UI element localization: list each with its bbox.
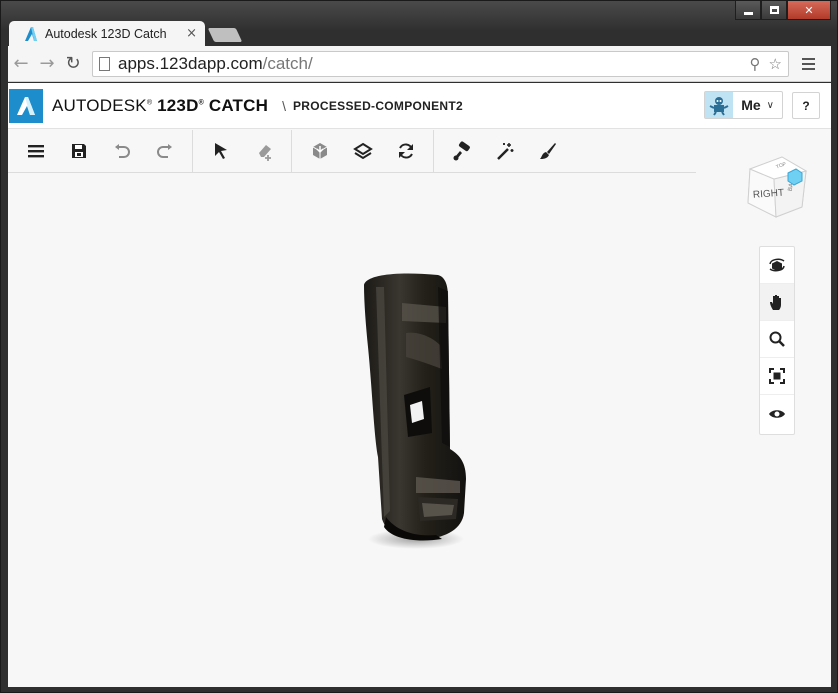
address-bar[interactable]: apps.123dapp.com/catch/ ⚲ ☆	[92, 50, 789, 77]
minimize-button[interactable]	[735, 1, 761, 20]
browser-window: ✕ Autodesk 123D Catch × ← → ↻ apps.123da…	[0, 0, 838, 693]
user-label: Me	[741, 97, 761, 113]
tab-title: Autodesk 123D Catch	[45, 26, 167, 41]
page-icon	[99, 56, 110, 71]
user-menu-button[interactable]: Me ∨	[704, 91, 783, 119]
app-container: AUTODESK® 123D® CATCH \ PROCESSED-COMPON…	[8, 83, 831, 687]
robot-avatar-icon	[709, 97, 729, 116]
undo-icon[interactable]	[100, 134, 143, 168]
tab-close-icon[interactable]: ×	[186, 26, 197, 41]
bookmark-star-icon[interactable]: ☆	[769, 55, 782, 73]
save-icon[interactable]	[57, 134, 100, 168]
reload-button[interactable]: ↻	[60, 51, 86, 77]
avatar	[705, 92, 734, 118]
refresh-icon[interactable]	[384, 134, 427, 168]
solid-icon[interactable]	[298, 134, 341, 168]
window-controls: ✕	[735, 1, 831, 21]
new-tab-button[interactable]	[207, 28, 243, 42]
main-toolbar	[8, 129, 696, 173]
tab-strip: Autodesk 123D Catch ×	[9, 21, 243, 46]
brand-product: 123D	[157, 95, 199, 115]
app-brand: AUTODESK® 123D® CATCH	[52, 95, 269, 115]
browser-toolbar: ← → ↻ apps.123dapp.com/catch/ ⚲ ☆	[8, 46, 831, 82]
navigation-bar	[759, 246, 795, 435]
close-window-button[interactable]: ✕	[787, 1, 831, 20]
chevron-down-icon: ∨	[766, 99, 774, 111]
search-icon[interactable]: ⚲	[750, 55, 761, 73]
view-cube[interactable]: RIGHT BACK TOP	[744, 151, 808, 221]
url-domain: apps.123dapp.com	[118, 53, 263, 73]
toolbar-group-paint	[434, 130, 575, 173]
magic-wand-icon[interactable]	[483, 134, 526, 168]
orbit-icon[interactable]	[760, 247, 794, 284]
app-header: AUTODESK® 123D® CATCH \ PROCESSED-COMPON…	[8, 83, 831, 129]
help-button[interactable]: ?	[792, 92, 820, 119]
fit-view-icon[interactable]	[760, 358, 794, 395]
zoom-icon[interactable]	[760, 321, 794, 358]
maximize-button[interactable]	[761, 1, 787, 20]
browser-tab[interactable]: Autodesk 123D Catch ×	[9, 21, 205, 46]
menu-icon[interactable]	[14, 134, 57, 168]
redo-icon[interactable]	[143, 134, 186, 168]
breadcrumb-separator: \	[282, 97, 286, 114]
browser-menu-icon[interactable]	[797, 57, 819, 70]
viewcube-highlight[interactable]	[787, 168, 803, 186]
brand-suffix: CATCH	[208, 95, 269, 115]
toolbar-group-file	[8, 129, 193, 173]
url-path: /catch/	[262, 53, 313, 73]
document-name[interactable]: PROCESSED-COMPONENT2	[293, 99, 463, 113]
toolbar-group-model	[292, 129, 434, 173]
autodesk-favicon-icon	[25, 26, 37, 41]
layers-icon[interactable]	[341, 134, 384, 168]
back-button[interactable]: ←	[8, 51, 34, 77]
3d-model[interactable]	[356, 267, 466, 557]
select-icon[interactable]	[199, 134, 242, 168]
forward-button[interactable]: →	[34, 51, 60, 77]
pan-icon[interactable]	[760, 284, 794, 321]
autodesk-logo-icon[interactable]	[9, 88, 43, 123]
brand-prefix: AUTODESK	[52, 95, 147, 115]
viewcube-label: RIGHT	[753, 188, 785, 201]
visibility-icon[interactable]	[760, 395, 794, 432]
paint-roller-icon[interactable]	[440, 134, 483, 168]
toolbar-group-select	[193, 129, 292, 173]
eraser-add-icon[interactable]	[242, 134, 285, 168]
brush-icon[interactable]	[526, 134, 569, 168]
address-url[interactable]: apps.123dapp.com/catch/	[118, 54, 750, 74]
